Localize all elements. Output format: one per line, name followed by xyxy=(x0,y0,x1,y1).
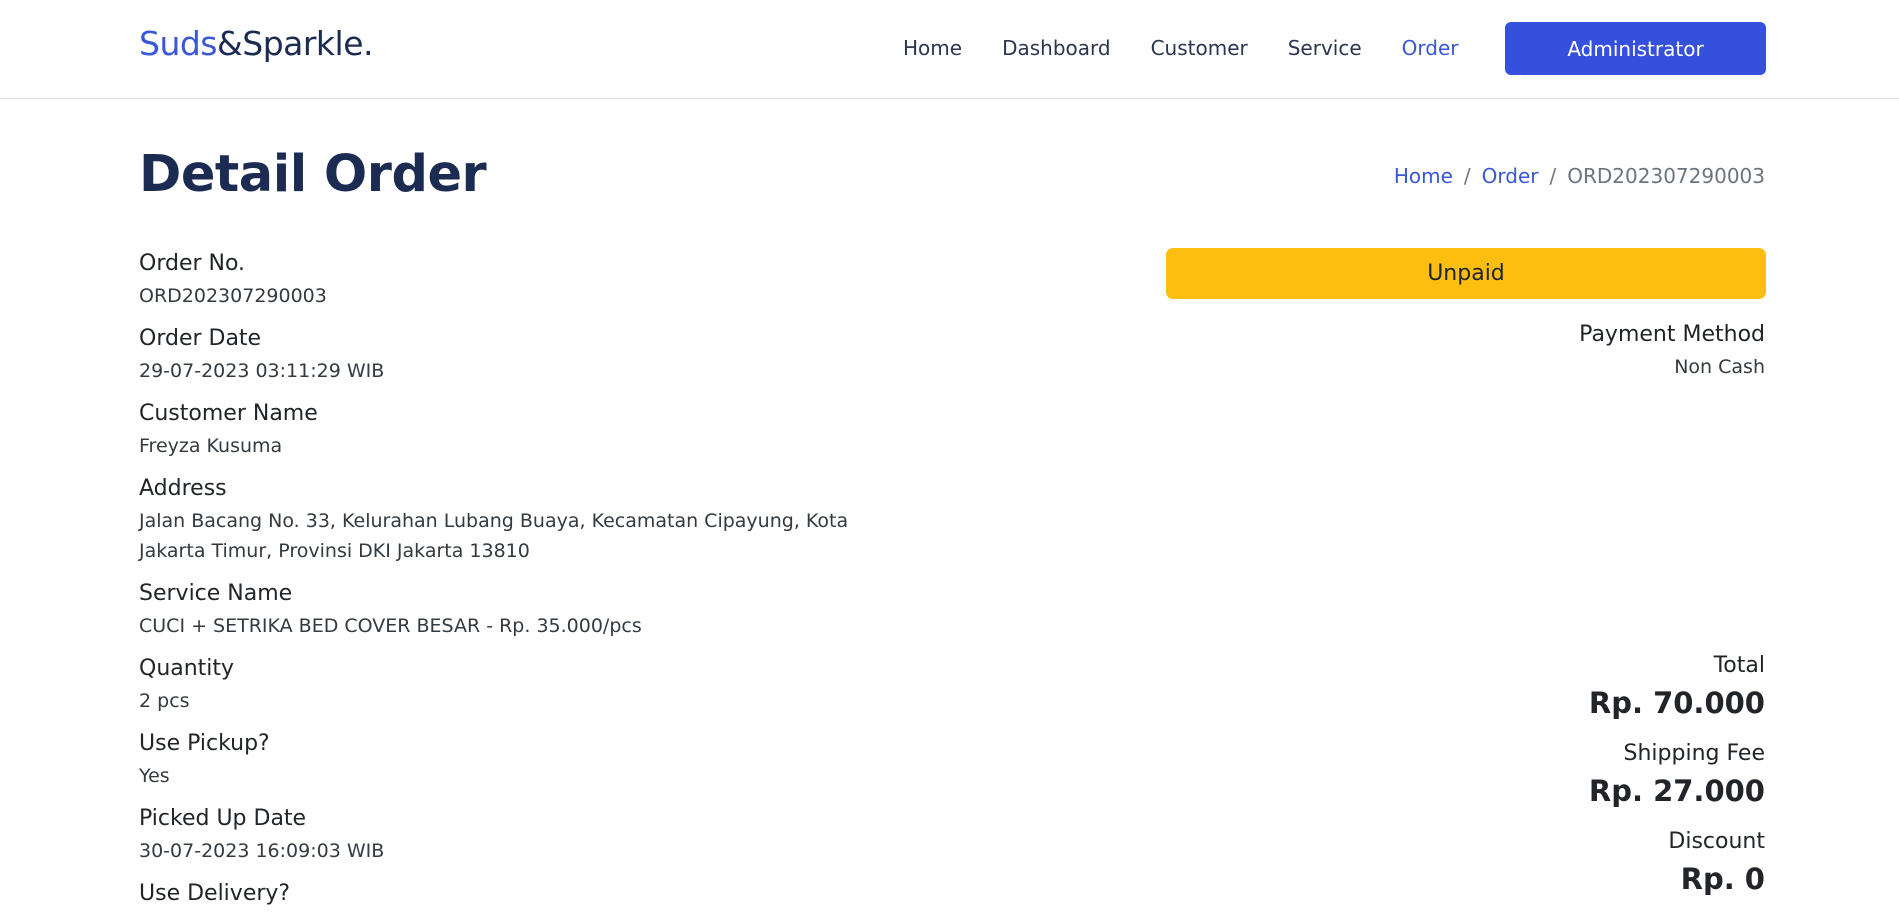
brand-name-part1: Suds xyxy=(139,24,218,63)
order-date-value: 29-07-2023 03:11:29 WIB xyxy=(139,360,385,382)
quantity-value: 2 pcs xyxy=(139,690,190,712)
brand-name-part2: &Sparkle. xyxy=(217,24,374,63)
use-pickup-value: Yes xyxy=(139,765,170,787)
order-no-label: Order No. xyxy=(139,251,246,276)
nav-link-customer[interactable]: Customer xyxy=(1151,33,1248,63)
address-label: Address xyxy=(139,476,227,501)
total-amount: Rp. 70.000 xyxy=(1588,686,1765,720)
shipping-fee-amount: Rp. 27.000 xyxy=(1588,774,1765,808)
breadcrumb-separator: / xyxy=(1463,164,1471,188)
customer-name-field: Customer Name Freyza Kusuma xyxy=(139,399,919,461)
payment-method-label: Payment Method xyxy=(1579,322,1765,347)
nav-links: Home Dashboard Customer Service Order xyxy=(903,33,1499,63)
breadcrumb-separator: / xyxy=(1549,164,1557,188)
navbar: Suds&Sparkle. Home Dashboard Customer Se… xyxy=(0,0,1899,99)
shipping-fee-label: Shipping Fee xyxy=(1623,741,1766,766)
service-name-field: Service Name CUCI + SETRIKA BED COVER BE… xyxy=(139,579,919,641)
quantity-field: Quantity 2 pcs xyxy=(139,654,919,716)
nav-link-dashboard[interactable]: Dashboard xyxy=(1002,33,1111,63)
order-date-label: Order Date xyxy=(139,326,262,351)
nav-link-service[interactable]: Service xyxy=(1288,33,1362,63)
page-title: Detail Order xyxy=(139,145,487,204)
picked-up-date-label: Picked Up Date xyxy=(139,806,307,831)
payment-status-badge: Unpaid xyxy=(1166,248,1766,299)
use-delivery-field: Use Delivery? xyxy=(139,879,919,909)
use-pickup-label: Use Pickup? xyxy=(139,731,270,756)
nav-link-order[interactable]: Order xyxy=(1402,33,1459,63)
picked-up-date-field: Picked Up Date 30-07-2023 16:09:03 WIB xyxy=(139,804,919,866)
address-value: Jalan Bacang No. 33, Kelurahan Lubang Bu… xyxy=(139,510,849,562)
breadcrumb-current: ORD202307290003 xyxy=(1567,164,1765,188)
total-label: Total xyxy=(1713,653,1765,678)
order-no-field: Order No. ORD202307290003 xyxy=(139,249,919,311)
payment-method-block: Payment Method Non Cash xyxy=(1579,320,1765,382)
brand-logo[interactable]: Suds&Sparkle. xyxy=(139,24,374,63)
order-no-value: ORD202307290003 xyxy=(139,285,327,307)
service-name-value: CUCI + SETRIKA BED COVER BESAR - Rp. 35.… xyxy=(139,615,642,637)
quantity-label: Quantity xyxy=(139,656,235,681)
totals-block: Total Rp. 70.000 Shipping Fee Rp. 27.000… xyxy=(1589,651,1765,915)
discount-label: Discount xyxy=(1668,829,1765,854)
order-details: Order No. ORD202307290003 Order Date 29-… xyxy=(139,249,919,922)
order-date-field: Order Date 29-07-2023 03:11:29 WIB xyxy=(139,324,919,386)
service-name-label: Service Name xyxy=(139,581,293,606)
administrator-button[interactable]: Administrator xyxy=(1505,22,1766,75)
breadcrumb-order[interactable]: Order xyxy=(1482,164,1539,188)
address-field: Address Jalan Bacang No. 33, Kelurahan L… xyxy=(139,474,919,566)
picked-up-date-value: 30-07-2023 16:09:03 WIB xyxy=(139,840,385,862)
breadcrumb: Home / Order / ORD202307290003 xyxy=(1394,164,1765,188)
use-delivery-label: Use Delivery? xyxy=(139,881,291,906)
customer-name-label: Customer Name xyxy=(139,401,318,426)
customer-name-value: Freyza Kusuma xyxy=(139,435,283,457)
nav-link-home[interactable]: Home xyxy=(903,33,962,63)
discount-amount: Rp. 0 xyxy=(1680,862,1765,896)
breadcrumb-home[interactable]: Home xyxy=(1394,164,1453,188)
use-pickup-field: Use Pickup? Yes xyxy=(139,729,919,791)
payment-method-value: Non Cash xyxy=(1674,356,1765,378)
